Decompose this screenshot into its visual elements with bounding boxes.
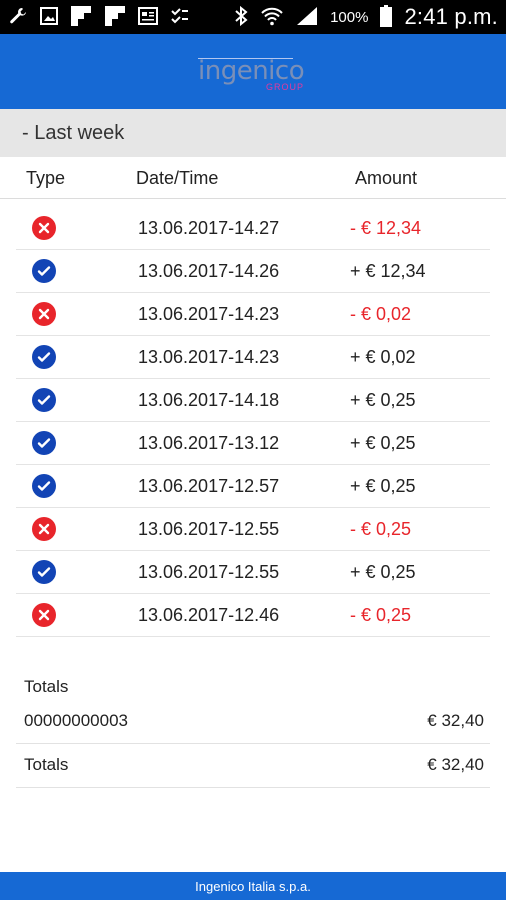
- success-check-icon: [32, 474, 56, 498]
- transaction-amount: + € 0,02: [350, 347, 416, 367]
- status-bar: 100% 2:41 p.m.: [0, 0, 506, 34]
- battery-percentage: 100%: [330, 8, 369, 26]
- ingenico-logo: ingenico GROUP: [198, 52, 308, 92]
- totals-row-value: € 32,40: [427, 755, 484, 774]
- footer: Ingenico Italia s.p.a.: [0, 872, 506, 900]
- app-header: ingenico GROUP: [0, 34, 506, 109]
- transaction-datetime: 13.06.2017-14.18: [138, 390, 280, 410]
- table-row[interactable]: 13.06.2017-12.57 + € 0,25: [16, 465, 490, 508]
- table-row[interactable]: 13.06.2017-12.55 + € 0,25: [16, 551, 490, 594]
- signal-icon: [296, 6, 318, 29]
- logo-subtext: GROUP: [266, 81, 305, 92]
- flipboard-icon: [104, 5, 126, 30]
- table-row[interactable]: 13.06.2017-14.18 + € 0,25: [16, 379, 490, 422]
- transaction-datetime: 13.06.2017-14.27: [138, 218, 280, 238]
- transaction-amount: - € 0,02: [350, 304, 412, 324]
- transaction-datetime: 13.06.2017-14.26: [138, 261, 280, 281]
- totals-title: Totals: [24, 677, 69, 696]
- footer-text: Ingenico Italia s.p.a.: [195, 878, 311, 894]
- table-row[interactable]: 13.06.2017-12.46 - € 0,25: [16, 594, 490, 637]
- wrench-icon: [8, 6, 28, 29]
- transaction-amount: + € 0,25: [350, 390, 416, 410]
- error-x-icon: [32, 517, 56, 541]
- transaction-amount: - € 12,34: [350, 218, 422, 238]
- transaction-datetime: 13.06.2017-13.12: [138, 433, 280, 453]
- section-header-last-week[interactable]: - Last week: [0, 109, 506, 157]
- transaction-amount: + € 0,25: [350, 433, 416, 453]
- error-x-icon: [32, 603, 56, 627]
- error-x-icon: [32, 302, 56, 326]
- transaction-amount: + € 0,25: [350, 562, 416, 582]
- transaction-datetime: 13.06.2017-12.55: [138, 562, 280, 582]
- table-row[interactable]: 13.06.2017-12.55 - € 0,25: [16, 508, 490, 551]
- totals-row-label: Totals: [24, 755, 69, 774]
- wifi-icon: [260, 6, 284, 29]
- transaction-amount: + € 0,25: [350, 476, 416, 496]
- transaction-datetime: 13.06.2017-12.57: [138, 476, 280, 496]
- transaction-amount: - € 0,25: [350, 605, 412, 625]
- table-row[interactable]: 13.06.2017-14.23 - € 0,02: [16, 293, 490, 336]
- column-datetime: Date/Time: [136, 168, 219, 188]
- column-amount: Amount: [355, 168, 418, 188]
- table-row[interactable]: 13.06.2017-14.26 + € 12,34: [16, 250, 490, 293]
- battery-icon: [380, 4, 393, 30]
- transaction-datetime: 13.06.2017-14.23: [138, 347, 280, 367]
- success-check-icon: [32, 560, 56, 584]
- table-row[interactable]: 13.06.2017-13.12 + € 0,25: [16, 422, 490, 465]
- transaction-amount: - € 0,25: [350, 519, 412, 539]
- clock: 2:41 p.m.: [404, 4, 498, 29]
- totals-row-value: € 32,40: [427, 711, 484, 730]
- success-check-icon: [32, 345, 56, 369]
- totals-row-label: 00000000003: [24, 711, 129, 730]
- transaction-amount: + € 12,34: [350, 261, 426, 281]
- table-header: Type Date/Time Amount: [0, 157, 506, 199]
- section-title: - Last week: [22, 121, 125, 144]
- totals-row-sum: Totals € 32,40: [16, 744, 490, 788]
- table-row[interactable]: 13.06.2017-14.23 + € 0,02: [16, 336, 490, 379]
- transaction-datetime: 13.06.2017-12.46: [138, 605, 280, 625]
- transaction-datetime: 13.06.2017-14.23: [138, 304, 280, 324]
- success-check-icon: [32, 388, 56, 412]
- table-row[interactable]: 13.06.2017-14.27 - € 12,34: [16, 207, 490, 250]
- success-check-icon: [32, 431, 56, 455]
- status-bar-system: 100% 2:41 p.m.: [234, 4, 498, 30]
- news-icon: [138, 6, 158, 28]
- flipboard-icon: [70, 5, 92, 30]
- column-type: Type: [26, 168, 66, 188]
- success-check-icon: [32, 259, 56, 283]
- bluetooth-icon: [234, 5, 248, 30]
- checklist-icon: [170, 6, 190, 29]
- status-bar-notifications: [8, 5, 190, 30]
- image-icon: [40, 6, 58, 28]
- totals-row-terminal: 00000000003 € 32,40: [16, 700, 490, 744]
- transaction-datetime: 13.06.2017-12.55: [138, 519, 280, 539]
- error-x-icon: [32, 216, 56, 240]
- transaction-list[interactable]: 13.06.2017-14.27- € 12,34 13.06.2017-14.2…: [16, 207, 490, 651]
